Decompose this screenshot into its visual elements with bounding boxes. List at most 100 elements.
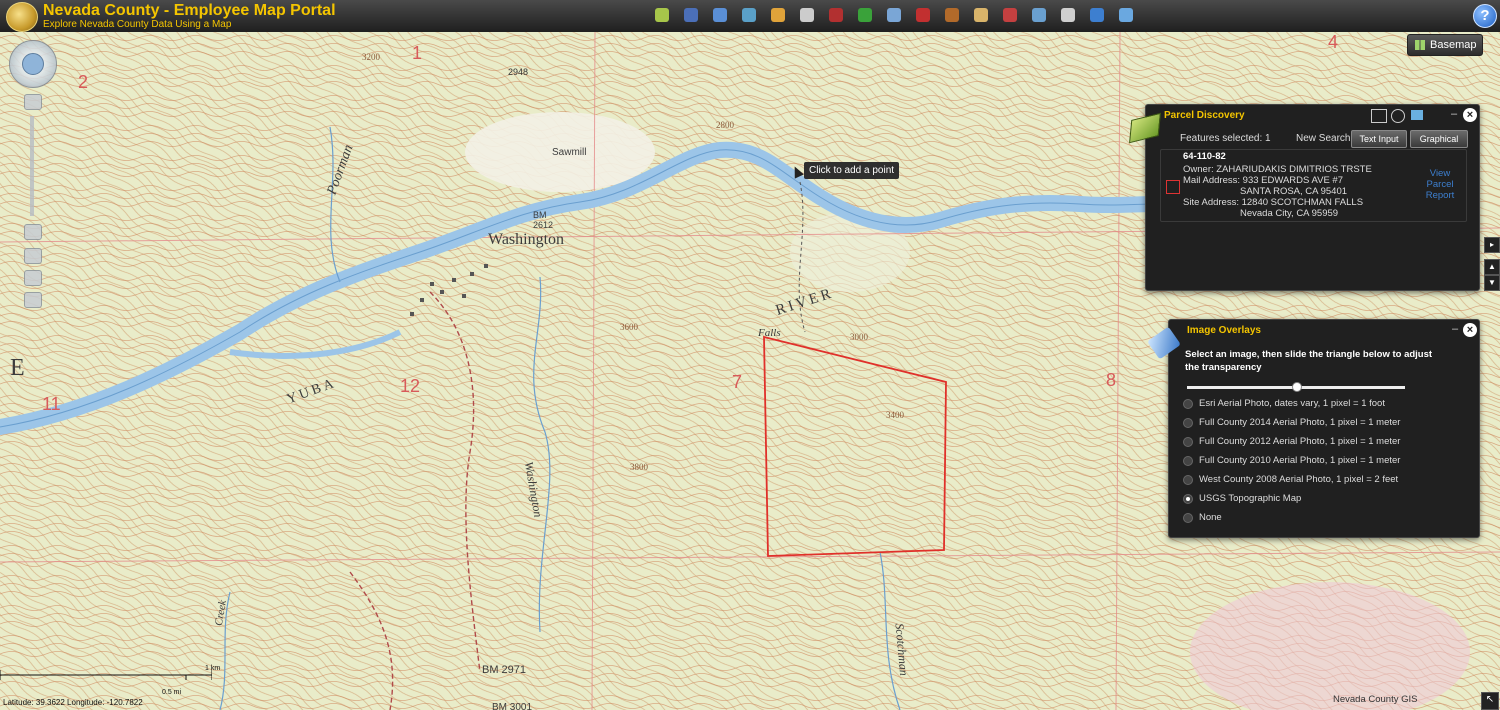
section-number: 8 bbox=[1106, 370, 1117, 390]
tree-icon[interactable] bbox=[854, 4, 876, 26]
elevation-label: 3400 bbox=[886, 410, 904, 420]
parcel-discovery-panel: Parcel Discovery – × Features selected: … bbox=[1145, 104, 1480, 291]
bug-icon[interactable] bbox=[825, 4, 847, 26]
bug-icon-glyph bbox=[829, 8, 843, 22]
zoom-previous-icon[interactable] bbox=[24, 292, 42, 308]
minimize-button[interactable]: – bbox=[1451, 108, 1457, 120]
help-icon[interactable]: ? bbox=[1473, 4, 1497, 28]
section-number: 11 bbox=[42, 394, 61, 414]
zoom-in-button[interactable] bbox=[24, 94, 42, 110]
palette-icon[interactable] bbox=[970, 4, 992, 26]
view-parcel-report-link[interactable]: View Parcel Report bbox=[1421, 168, 1459, 201]
basemap-grid-icon bbox=[1415, 40, 1425, 50]
firetruck-icon[interactable] bbox=[912, 4, 934, 26]
parcel-mail-address: Mail Address: 933 EDWARDS AVE #7 bbox=[1183, 175, 1343, 186]
overlay-option-label: None bbox=[1199, 512, 1222, 523]
overlay-option-label: Full County 2010 Aerial Photo, 1 pixel =… bbox=[1199, 455, 1401, 466]
book-icon[interactable] bbox=[999, 4, 1021, 26]
overlay-option[interactable]: USGS Topographic Map bbox=[1183, 493, 1301, 504]
full-extent-icon[interactable] bbox=[22, 53, 44, 75]
scale-km-label: 1 km bbox=[205, 665, 221, 672]
overlay-option[interactable]: None bbox=[1183, 512, 1222, 523]
overlay-option[interactable]: West County 2008 Aerial Photo, 1 pixel =… bbox=[1183, 474, 1398, 485]
elevation-label: 2948 bbox=[508, 67, 529, 77]
overlay-option[interactable]: Full County 2010 Aerial Photo, 1 pixel =… bbox=[1183, 455, 1400, 466]
person-icon-glyph bbox=[800, 8, 814, 22]
text-input-button[interactable]: Text Input bbox=[1351, 130, 1407, 148]
section-number: 2 bbox=[78, 72, 89, 92]
panel-toggle-icon[interactable]: ▸ bbox=[1484, 237, 1500, 253]
graphical-button[interactable]: Graphical bbox=[1410, 130, 1468, 148]
layers-leaf-icon-glyph bbox=[655, 8, 669, 22]
overlay-option-label: Full County 2014 Aerial Photo, 1 pixel =… bbox=[1199, 417, 1401, 428]
expand-icon[interactable]: ↖ bbox=[1481, 692, 1499, 710]
parcel-result-card[interactable]: 64-110-82 Owner: ZAHARIUDAKIS DIMITRIOS … bbox=[1160, 149, 1467, 222]
parcel-site-city: Nevada City, CA 95959 bbox=[1240, 208, 1339, 219]
torch-icon-glyph bbox=[771, 8, 785, 22]
overlay-radio[interactable] bbox=[1183, 474, 1193, 485]
minimize-button[interactable]: – bbox=[1452, 323, 1458, 335]
panel-title: Parcel Discovery bbox=[1164, 110, 1245, 121]
printer-icon[interactable] bbox=[1057, 4, 1079, 26]
zoom-box-icon[interactable] bbox=[24, 270, 42, 286]
boxes-icon-glyph bbox=[887, 8, 901, 22]
overlay-radio[interactable] bbox=[1183, 512, 1193, 523]
overlay-option[interactable]: Full County 2014 Aerial Photo, 1 pixel =… bbox=[1183, 417, 1400, 428]
table-icon[interactable] bbox=[1411, 110, 1423, 120]
layer-stack-icon-glyph bbox=[742, 8, 756, 22]
elevation-label: 2800 bbox=[716, 120, 734, 130]
overlay-radio[interactable] bbox=[1183, 493, 1193, 504]
overlay-option-label: Full County 2012 Aerial Photo, 1 pixel =… bbox=[1199, 436, 1401, 447]
firetruck-icon-glyph bbox=[916, 8, 930, 22]
transparency-slider-thumb[interactable] bbox=[1292, 382, 1302, 392]
overlay-option-label: Esri Aerial Photo, dates vary, 1 pixel =… bbox=[1199, 398, 1385, 409]
tools-icon[interactable] bbox=[1086, 4, 1108, 26]
palette-icon-glyph bbox=[974, 8, 988, 22]
elevation-label: 3000 bbox=[850, 332, 868, 342]
basemap-button[interactable]: Basemap bbox=[1407, 34, 1483, 56]
boot-icon[interactable] bbox=[941, 4, 963, 26]
grid-overview-icon[interactable] bbox=[680, 4, 702, 26]
settings-icon[interactable] bbox=[1391, 109, 1405, 123]
measure-icon[interactable] bbox=[709, 4, 731, 26]
print-icon[interactable] bbox=[1371, 109, 1387, 123]
zoom-out-button[interactable] bbox=[24, 224, 42, 240]
layer-stack-icon[interactable] bbox=[738, 4, 760, 26]
overlay-radio[interactable] bbox=[1183, 417, 1193, 428]
pan-hand-icon[interactable] bbox=[24, 248, 42, 264]
parcel-owner: Owner: ZAHARIUDAKIS DIMITRIOS TRSTE bbox=[1183, 164, 1372, 175]
scroll-up-icon[interactable]: ▲ bbox=[1484, 259, 1500, 275]
overlay-radio[interactable] bbox=[1183, 398, 1193, 409]
elevation-label: 3200 bbox=[362, 52, 380, 62]
parcel-mail-city: SANTA ROSA, CA 95401 bbox=[1240, 186, 1348, 197]
person-icon[interactable] bbox=[796, 4, 818, 26]
overlay-radio[interactable] bbox=[1183, 436, 1193, 447]
map-label-washington: Washington bbox=[488, 231, 565, 248]
overlay-radio[interactable] bbox=[1183, 455, 1193, 466]
overlay-option[interactable]: Full County 2012 Aerial Photo, 1 pixel =… bbox=[1183, 436, 1400, 447]
scale-bar bbox=[0, 670, 212, 680]
scale-mi-label: 0.5 mi bbox=[162, 689, 182, 696]
section-number: 1 bbox=[412, 43, 423, 63]
parcel-select-checkbox[interactable] bbox=[1166, 180, 1180, 194]
satellite-icon[interactable] bbox=[1115, 4, 1137, 26]
app-title: Nevada County - Employee Map Portal bbox=[43, 2, 336, 19]
tools-icon-glyph bbox=[1090, 8, 1104, 22]
map-label-bm-3001: BM 3001 bbox=[492, 702, 533, 710]
torch-icon[interactable] bbox=[767, 4, 789, 26]
overlay-option[interactable]: Esri Aerial Photo, dates vary, 1 pixel =… bbox=[1183, 398, 1385, 409]
monitor-icon[interactable] bbox=[1028, 4, 1050, 26]
zoom-slider-track[interactable] bbox=[30, 116, 34, 216]
elevation-label: 3600 bbox=[620, 322, 638, 332]
boxes-icon[interactable] bbox=[883, 4, 905, 26]
scroll-down-icon[interactable]: ▼ bbox=[1484, 275, 1500, 291]
elevation-label: 3800 bbox=[630, 462, 648, 472]
book-icon-glyph bbox=[1003, 8, 1017, 22]
county-seal-logo bbox=[6, 2, 38, 32]
map-label-sawmill: Sawmill bbox=[552, 147, 587, 158]
layers-leaf-icon[interactable] bbox=[651, 4, 673, 26]
close-button[interactable]: × bbox=[1463, 323, 1477, 337]
map-label-bm-2612: BM 2612 bbox=[533, 210, 554, 230]
close-button[interactable]: × bbox=[1463, 108, 1477, 122]
satellite-icon-glyph bbox=[1119, 8, 1133, 22]
